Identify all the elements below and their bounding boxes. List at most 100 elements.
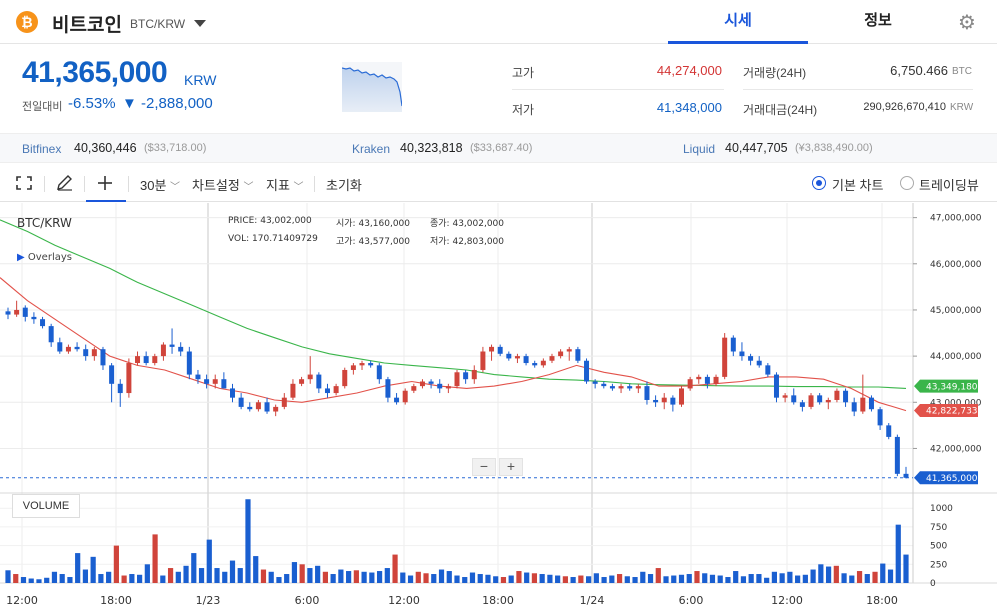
y-axis-tick-label: 44,000,000: [930, 352, 982, 362]
volume-bar: [678, 574, 685, 583]
volume-bar: [346, 571, 352, 583]
candle-body: [514, 356, 520, 359]
volume-bar: [36, 579, 42, 583]
interval-label: 30분: [140, 178, 167, 193]
volume-bar: [245, 499, 251, 583]
exchange-jpy-liquid: (¥3,838,490.00): [795, 142, 873, 154]
volume-bar: [384, 568, 390, 583]
volume-bar: [663, 576, 669, 583]
volume-bar: [795, 575, 801, 583]
candle-body: [126, 363, 132, 394]
volume-axis-tick-label: 500: [930, 542, 947, 552]
volume-bar: [438, 569, 445, 583]
candle-body: [281, 397, 287, 407]
x-axis-tick-label: 6:00: [679, 594, 704, 607]
low-label: 저가: [512, 103, 535, 117]
candle-body: [117, 383, 123, 394]
tradingview-radio[interactable]: [900, 176, 914, 190]
ohlc-low: 저가: 42,803,000: [430, 234, 504, 247]
volume-bar: [524, 572, 530, 583]
candle-body: [376, 365, 382, 380]
candle-body: [886, 425, 892, 437]
fullscreen-icon[interactable]: [16, 176, 32, 190]
volume-bar: [167, 568, 174, 583]
tradingview-label[interactable]: 트레이딩뷰: [919, 175, 979, 194]
candle-body: [394, 397, 400, 403]
volume-bar: [880, 563, 886, 583]
overlays-toggle[interactable]: ▶ Overlays: [17, 252, 72, 263]
exchange-name-bitfinex[interactable]: Bitfinex: [22, 142, 61, 156]
candle-body: [195, 374, 201, 380]
volume-bar: [686, 574, 692, 583]
candle-body: [782, 395, 788, 398]
svg-text:42,822,733: 42,822,733: [926, 407, 978, 417]
candle-body: [204, 379, 210, 384]
volume-bar: [284, 574, 290, 583]
chart-settings-select[interactable]: 차트설정 ﹀: [192, 175, 253, 194]
candle-body: [756, 360, 762, 366]
ohlc-volume-label: VOL:: [228, 234, 250, 244]
zoom-out-button[interactable]: −: [472, 458, 496, 476]
candle-body: [506, 353, 512, 359]
volume-bar: [539, 574, 545, 583]
candle-body: [368, 363, 374, 366]
coin-select-chevron-down-icon[interactable]: [194, 20, 206, 27]
exchange-name-kraken[interactable]: Kraken: [352, 142, 390, 156]
volume-axis-tick-label: 0: [930, 579, 936, 589]
volume-bar: [779, 573, 785, 583]
candle-body: [635, 386, 641, 389]
candle-body: [540, 360, 546, 366]
volume-bar: [59, 574, 65, 583]
volume-bar: [547, 574, 553, 583]
reset-button[interactable]: 초기화: [326, 175, 362, 194]
candle-body: [65, 346, 71, 352]
volume-bar: [407, 575, 414, 583]
zoom-in-button[interactable]: +: [499, 458, 523, 476]
volume-bar: [593, 573, 599, 583]
gear-icon[interactable]: ⚙: [958, 10, 976, 35]
y-axis-tick-label: 45,000,000: [930, 306, 982, 316]
exchange-name-liquid[interactable]: Liquid: [683, 142, 715, 156]
crosshair-tool[interactable]: [86, 164, 126, 202]
volume-bar: [624, 576, 630, 583]
interval-select[interactable]: 30분 ﹀: [140, 175, 180, 194]
volume-bar: [415, 571, 421, 583]
tab-quote[interactable]: 시세: [668, 0, 808, 44]
volume-bar: [175, 571, 181, 583]
x-axis-tick-label: 1/23: [196, 594, 221, 607]
volume-bar: [802, 574, 808, 583]
overlays-label: Overlays: [27, 252, 72, 263]
volume-bar: [787, 571, 793, 583]
basic-chart-radio[interactable]: [812, 176, 826, 190]
x-axis-tick-label: 1/24: [580, 594, 605, 607]
ohlc-high-value: 43,577,000: [358, 237, 410, 247]
candle-body: [31, 316, 37, 320]
candle-body: [704, 376, 710, 384]
candle-body: [480, 351, 486, 370]
candle-body: [109, 365, 115, 384]
volume-bar: [756, 574, 762, 583]
basic-chart-label[interactable]: 기본 차트: [832, 175, 883, 194]
volume-bar: [376, 571, 383, 583]
candle-body: [333, 386, 339, 394]
candle-body: [57, 342, 63, 352]
ohlc-open-label: 시가:: [336, 219, 356, 229]
candle-body: [316, 374, 322, 389]
tab-info[interactable]: 정보: [808, 0, 948, 44]
amount-24h-unit: KRW: [950, 102, 974, 113]
volume-axis-tick-label: 750: [930, 523, 947, 533]
draw-pencil-icon[interactable]: [56, 175, 74, 191]
volume-bar: [353, 570, 359, 583]
volume-bar: [864, 574, 870, 583]
volume-bar: [98, 574, 104, 583]
candle-body: [653, 399, 659, 403]
candle-body: [868, 397, 874, 410]
candle-body: [186, 351, 192, 375]
volume-bar: [268, 571, 274, 583]
coin-name: 비트코인: [52, 15, 122, 36]
candle-body: [247, 406, 253, 410]
indicators-select[interactable]: 지표 ﹀: [266, 175, 304, 194]
candle-body: [212, 379, 218, 384]
price-chart[interactable]: 47,000,000 46,000,000 45,000,000 44,000,000…: [0, 203, 997, 612]
moving-averages: [0, 219, 913, 479]
